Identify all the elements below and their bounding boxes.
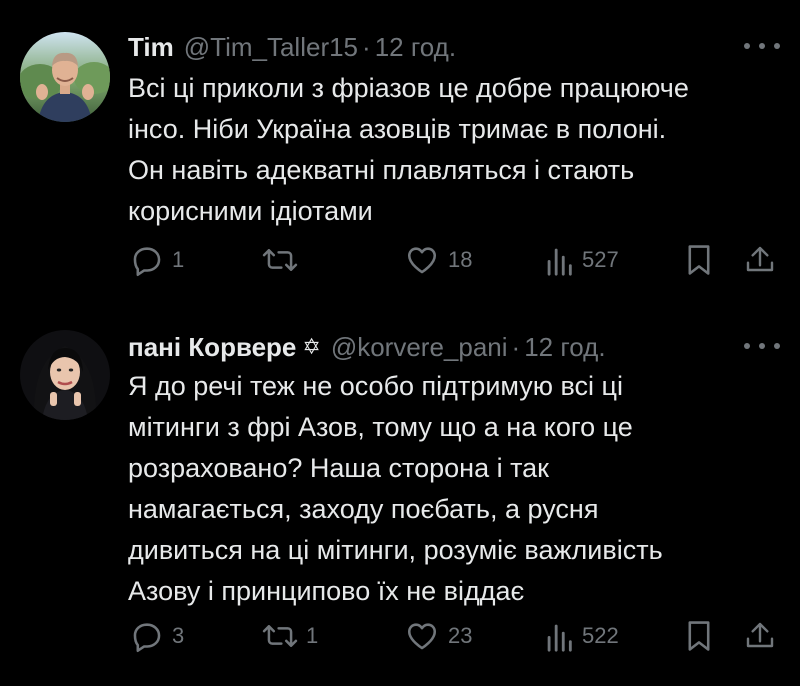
- reply-count: 3: [172, 623, 185, 648]
- tweet-text-line: Я до речі теж не особо підтримую всі ці: [128, 371, 624, 401]
- tweet[interactable]: пані Корвере ✡ @korvere_pani · 12 год. Я…: [0, 300, 800, 686]
- tweet-text-line: мітинги з фрі Азов, тому що а на кого це: [128, 412, 633, 442]
- share-icon: [746, 622, 774, 648]
- tweet-text-line: корисними ідіотами: [128, 196, 373, 226]
- like-count: 23: [448, 623, 473, 648]
- bookmark-button[interactable]: [684, 616, 714, 656]
- avatar[interactable]: [20, 32, 110, 122]
- views-icon: [547, 624, 572, 652]
- tweet-actions: 3 1 23 522: [0, 616, 800, 656]
- repost-icon: [262, 249, 298, 271]
- timestamp[interactable]: 12 год.: [375, 30, 456, 64]
- timestamp[interactable]: 12 год.: [524, 330, 605, 364]
- tweet-text-line: дивиться на ці мітинги, розуміє важливіс…: [128, 535, 663, 565]
- like-count: 18: [448, 247, 473, 272]
- separator-dot: ·: [362, 32, 371, 62]
- separator-dot: ·: [511, 332, 521, 362]
- views-count: 522: [582, 623, 619, 648]
- share-icon: [746, 246, 774, 272]
- bookmark-icon: [688, 621, 710, 651]
- views-button[interactable]: 527: [544, 240, 619, 280]
- tweet-text-line: намагається, заходу поєбать, а русня: [128, 494, 599, 524]
- bookmark-button[interactable]: [684, 240, 714, 280]
- share-button[interactable]: [744, 240, 776, 280]
- views-button[interactable]: 522: [544, 616, 619, 656]
- reply-button[interactable]: 3: [130, 616, 184, 656]
- reply-count: 1: [172, 247, 185, 272]
- tweet-text-line: Всі ці приколи з фріазов це добре працюю…: [128, 73, 689, 103]
- avatar[interactable]: [20, 330, 110, 420]
- heart-icon: [407, 247, 437, 274]
- views-icon: [547, 248, 572, 276]
- reply-icon: [133, 247, 161, 277]
- tweet-text-line: інсо. Ніби Україна азовців тримає в поло…: [128, 114, 667, 144]
- repost-icon: [262, 625, 298, 647]
- repost-count: 1: [306, 623, 319, 648]
- tweet-text-line: розраховано? Наша сторона і так: [128, 453, 549, 483]
- author-name[interactable]: пані Корвере: [128, 330, 296, 364]
- hexagram-icon: ✡: [302, 334, 321, 359]
- tweet-text: Всі ці приколи з фріазов це добре працюю…: [128, 68, 788, 232]
- tweet-actions: 1 18 527: [0, 240, 800, 280]
- author-handle[interactable]: @korvere_pani: [331, 330, 508, 364]
- author-name[interactable]: Tim: [128, 30, 174, 64]
- like-button[interactable]: 23: [404, 616, 472, 656]
- repost-button[interactable]: 1: [262, 616, 318, 656]
- share-button[interactable]: [744, 616, 776, 656]
- bookmark-icon: [688, 245, 710, 275]
- repost-button[interactable]: [262, 240, 306, 280]
- tweet-text: Я до речі теж не особо підтримую всі ці …: [128, 366, 788, 612]
- like-button[interactable]: 18: [404, 240, 472, 280]
- reply-button[interactable]: 1: [130, 240, 184, 280]
- reply-icon: [133, 623, 161, 653]
- heart-icon: [407, 623, 437, 650]
- views-count: 527: [582, 247, 619, 272]
- more-icon[interactable]: [744, 36, 780, 56]
- tweet[interactable]: Tim @Tim_Taller15 · 12 год. Всі ці прико…: [0, 0, 800, 300]
- tweet-text-line: Он навіть адекватні плавляться і стають: [128, 155, 635, 185]
- author-handle[interactable]: @Tim_Taller15: [184, 30, 358, 64]
- more-icon[interactable]: [744, 336, 780, 356]
- tweet-text-line: Азову і принципово їх не віддає: [128, 576, 525, 606]
